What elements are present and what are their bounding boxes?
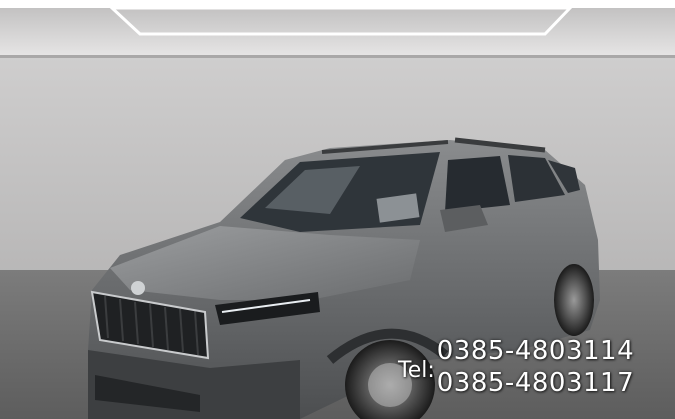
phone-number-2: 0385-4803117: [436, 368, 635, 398]
tel-label: Tel:: [398, 357, 435, 383]
phone-number-1: 0385-4803114: [436, 336, 635, 366]
phone-numbers: 0385-4803114 0385-4803117: [437, 335, 634, 399]
contact-overlay: Tel: 0385-4803114 0385-4803117: [398, 330, 675, 404]
